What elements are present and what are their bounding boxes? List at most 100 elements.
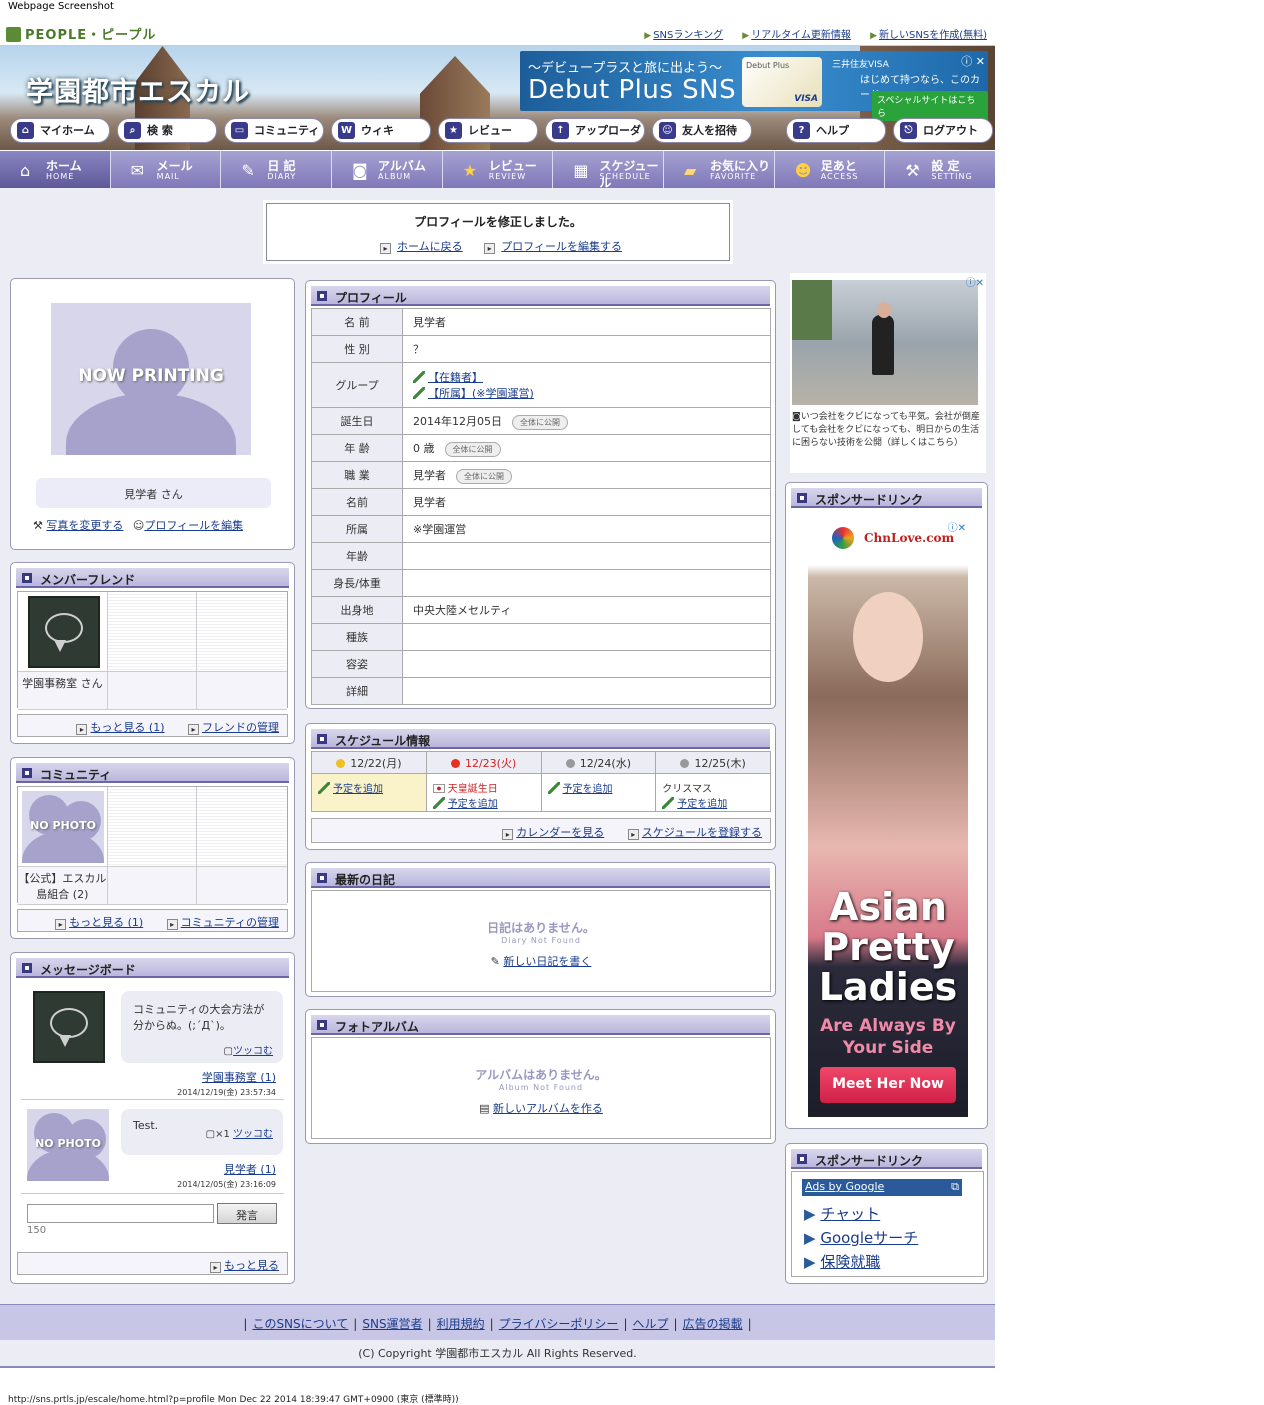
myhome-button[interactable]: ⌂ マイホーム xyxy=(10,118,110,143)
new-album-text[interactable]: 新しいアルバムを作る xyxy=(493,1102,603,1115)
calendar-text[interactable]: カレンダーを見る xyxy=(516,826,604,839)
community-manage-link[interactable]: ▸ コミュニティの管理 xyxy=(157,916,279,930)
message-author[interactable]: 見学者 (1) xyxy=(224,1161,276,1177)
register-schedule-text[interactable]: スケジュールを登録する xyxy=(642,826,762,839)
ad-link-text[interactable]: チャット xyxy=(820,1205,880,1223)
new-diary-text[interactable]: 新しい日記を書く xyxy=(503,955,591,968)
community-name[interactable]: 【公式】エスカル島組合 (2) xyxy=(18,867,108,905)
reply-link[interactable]: ▢×1 ツッコむ xyxy=(206,1125,273,1140)
footer-link-text[interactable]: 広告の掲載 xyxy=(683,1317,743,1331)
add-event-text[interactable]: 予定を追加 xyxy=(448,799,498,810)
message-more-link[interactable]: ▸ もっと見る xyxy=(200,1259,279,1273)
message-avatar[interactable] xyxy=(33,991,105,1063)
friends-more-text[interactable]: もっと見る (1) xyxy=(90,721,164,734)
footer-link-text[interactable]: プライバシーポリシー xyxy=(499,1317,619,1331)
realtime-link[interactable]: ▶ リアルタイム更新情報 xyxy=(734,30,851,41)
create-sns-text[interactable]: 新しいSNSを作成(無料) xyxy=(879,30,987,41)
message-author[interactable]: 学園事務室 (1) xyxy=(202,1069,276,1085)
friends-manage-link[interactable]: ▸ フレンドの管理 xyxy=(178,721,279,735)
top-banner-ad[interactable]: 〜デビュープラスと旅に出よう〜 Debut Plus SNS Debut Plu… xyxy=(520,51,988,121)
footer-operator-link[interactable]: SNS運営者 xyxy=(362,1317,422,1331)
footer-link-text[interactable]: SNS運営者 xyxy=(362,1317,422,1331)
realtime-text[interactable]: リアルタイム更新情報 xyxy=(751,30,851,41)
friend-avatar[interactable] xyxy=(28,596,100,668)
nav-diary[interactable]: ✎ 日 記 DIARY xyxy=(221,151,333,188)
ad-link-text[interactable]: 保険就職 xyxy=(820,1253,880,1271)
community-photo-cell[interactable]: NO PHOTO xyxy=(18,787,108,867)
logout-button[interactable]: ⎋ ログアウト xyxy=(893,118,993,143)
footer-privacy-link[interactable]: プライバシーポリシー xyxy=(499,1317,619,1331)
edit-profile-text[interactable]: プロフィールを編集 xyxy=(144,519,243,532)
add-event-text[interactable]: 予定を追加 xyxy=(563,784,613,795)
ad-link-text[interactable]: Googleサーチ xyxy=(820,1229,918,1247)
friend-photo-cell[interactable] xyxy=(18,592,108,672)
add-event-link[interactable]: 予定を追加 xyxy=(662,797,727,810)
community-name-text[interactable]: 【公式】エスカル島組合 (2) xyxy=(18,872,106,901)
people-logo[interactable]: PEOPLE・ピープル xyxy=(6,24,156,43)
nav-setting[interactable]: ⚒ 設 定 SETTING xyxy=(885,151,995,188)
invite-button[interactable]: ☺ 友人を招待 xyxy=(652,118,752,143)
sponsor-ad-image[interactable]: ChnLove.com ⓘ✕ Asian Pretty Ladies Are Alw… xyxy=(808,517,968,1117)
ads-by-google[interactable]: Ads by Google ⧉ xyxy=(802,1179,962,1196)
search-button[interactable]: ⌕ 検 索 xyxy=(117,118,217,143)
friend-name[interactable]: 学園事務室 さん xyxy=(18,672,108,710)
add-event-link[interactable]: 予定を追加 xyxy=(547,782,613,795)
author-text[interactable]: 見学者 (1) xyxy=(224,1163,276,1176)
site-title[interactable]: 学園都市エスカル xyxy=(26,70,250,109)
community-button[interactable]: ▭ コミュニティ xyxy=(224,118,324,143)
right-ad[interactable]: ⓘ✕ ◙いつ会社をクビになっても平気。会社が倒産しても会社をクビになっても、明日… xyxy=(790,273,986,473)
footer-terms-link[interactable]: 利用規約 xyxy=(437,1317,485,1331)
group-link[interactable]: 【所属】(※学園運営) xyxy=(413,385,760,401)
ad-info-icon[interactable]: ⓘ✕ xyxy=(948,519,966,534)
community-more-link[interactable]: ▸ もっと見る (1) xyxy=(45,916,143,930)
ad-cta-button[interactable]: Meet Her Now xyxy=(820,1067,956,1103)
add-event-link[interactable]: 予定を追加 xyxy=(432,797,498,810)
nav-access[interactable]: ☻ 足あと ACCESS xyxy=(775,151,886,188)
calendar-link[interactable]: ▸ カレンダーを見る xyxy=(492,826,604,840)
add-event-link[interactable]: 予定を追加 xyxy=(318,782,383,795)
profile-photo[interactable]: NOW PRINTING xyxy=(51,303,251,455)
ad-link-chat[interactable]: ▶ チャット xyxy=(804,1202,918,1226)
reply-link[interactable]: ▢ツッコむ xyxy=(224,1042,273,1057)
footer-link-text[interactable]: 利用規約 xyxy=(437,1317,485,1331)
group-text[interactable]: 【在籍者】 xyxy=(428,371,483,384)
ad-info-icon[interactable]: ⓘ✕ xyxy=(966,274,984,289)
group-link[interactable]: 【在籍者】 xyxy=(413,369,760,385)
community-avatar[interactable]: NO PHOTO xyxy=(22,791,104,863)
post-button[interactable]: 発言 xyxy=(217,1203,277,1224)
edit-profile-link[interactable]: ☺プロフィールを編集 xyxy=(133,519,243,532)
event-item[interactable]: クリスマス xyxy=(662,780,764,795)
register-schedule-link[interactable]: ▸ スケジュールを登録する xyxy=(618,826,762,840)
home-back-link[interactable]: ▸ ホームに戻る xyxy=(374,240,463,254)
change-photo-text[interactable]: 写真を変更する xyxy=(46,519,123,532)
message-avatar[interactable]: NO PHOTO xyxy=(27,1109,109,1181)
community-manage-text[interactable]: コミュニティの管理 xyxy=(181,916,279,929)
footer-about-link[interactable]: このSNSについて xyxy=(252,1317,348,1331)
nav-mail[interactable]: ✉ メール MAIL xyxy=(111,151,222,188)
friends-more-link[interactable]: ▸ もっと見る (1) xyxy=(66,721,165,735)
add-event-text[interactable]: 予定を追加 xyxy=(333,784,383,795)
author-text[interactable]: 学園事務室 (1) xyxy=(202,1071,276,1084)
friends-manage-text[interactable]: フレンドの管理 xyxy=(202,721,279,734)
profile-edit-text[interactable]: プロフィールを編集する xyxy=(501,240,622,253)
new-diary-link[interactable]: ✎ 新しい日記を書く xyxy=(312,953,770,969)
ad-link-insurance[interactable]: ▶ 保険就職 xyxy=(804,1250,918,1274)
footer-link-text[interactable]: このSNSについて xyxy=(252,1317,348,1331)
ad-link-search[interactable]: ▶ Googleサーチ xyxy=(804,1226,918,1250)
sns-ranking-text[interactable]: SNSランキング xyxy=(653,30,723,41)
community-more-text[interactable]: もっと見る (1) xyxy=(69,916,143,929)
profile-edit-link[interactable]: ▸ プロフィールを編集する xyxy=(478,240,622,254)
nav-favorite[interactable]: ▰ お気に入り FAVORITE xyxy=(664,151,775,188)
event-item[interactable]: 天皇誕生日 xyxy=(432,780,535,795)
nav-review[interactable]: ★ レビュー REVIEW xyxy=(443,151,554,188)
reply-text[interactable]: ツッコむ xyxy=(233,1046,273,1057)
group-text[interactable]: 【所属】(※学園運営) xyxy=(428,387,534,400)
nav-schedule[interactable]: ▦ スケジュール SCHEDULE xyxy=(553,151,665,190)
friend-name-text[interactable]: 学園事務室 さん xyxy=(22,677,103,690)
nav-album[interactable]: ◙ アルバム ALBUM xyxy=(332,151,443,188)
ad-close-icon[interactable]: ⓘ ✕ xyxy=(961,53,985,69)
footer-link-text[interactable]: ヘルプ xyxy=(632,1317,668,1331)
footer-help-link[interactable]: ヘルプ xyxy=(632,1317,668,1331)
footer-ads-link[interactable]: 広告の掲載 xyxy=(683,1317,743,1331)
message-input[interactable] xyxy=(27,1204,214,1223)
